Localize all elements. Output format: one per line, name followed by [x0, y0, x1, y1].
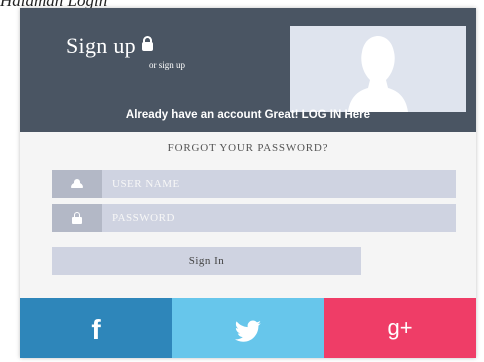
google-plus-button[interactable]: g+ — [324, 298, 476, 358]
or-signup-link[interactable]: or sign up — [149, 60, 185, 70]
signup-card: Sign up or sign up Already have an accou… — [20, 8, 476, 358]
user-icon — [71, 179, 83, 188]
lock-icon — [141, 36, 153, 51]
signup-title: Sign up — [66, 33, 153, 59]
facebook-icon: f — [91, 314, 101, 345]
password-input[interactable] — [112, 204, 442, 232]
lock-icon — [72, 212, 82, 224]
facebook-button[interactable]: f — [20, 298, 172, 358]
twitter-button[interactable] — [172, 298, 324, 358]
forgot-password-link[interactable]: FORGOT YOUR PASSWORD? — [20, 142, 476, 154]
password-icon-box — [52, 204, 102, 232]
sign-in-button[interactable]: Sign In — [52, 247, 361, 275]
twitter-icon — [234, 320, 261, 342]
username-input[interactable] — [112, 170, 442, 198]
username-icon-box — [52, 170, 102, 198]
card-header: Sign up or sign up Already have an accou… — [20, 8, 476, 132]
user-silhouette-icon — [348, 36, 408, 112]
password-field — [52, 204, 456, 232]
username-field — [52, 170, 456, 198]
login-link[interactable]: Already have an account Great! LOG IN He… — [20, 109, 476, 121]
signup-title-text: Sign up — [66, 33, 136, 58]
google-plus-icon: g+ — [387, 315, 413, 340]
avatar — [290, 26, 466, 112]
